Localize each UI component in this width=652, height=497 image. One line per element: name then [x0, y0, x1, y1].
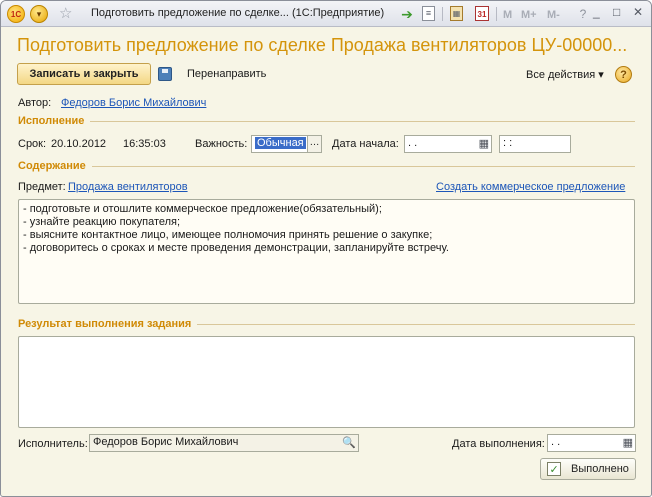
author-link[interactable]: Федоров Борис Михайлович [61, 97, 206, 109]
executor-value: Федоров Борис Михайлович [93, 436, 239, 448]
executor-label: Исполнитель: [18, 438, 88, 450]
close-button[interactable]: ✕ [633, 5, 643, 19]
create-offer-link[interactable]: Создать коммерческое предложение [436, 181, 625, 193]
deadline-time: 16:35:03 [123, 138, 166, 150]
done-date-field[interactable]: . . ▦ [547, 434, 636, 452]
form-title: Подготовить предложение по сделке Продаж… [17, 35, 628, 55]
importance-label: Важность: [195, 138, 248, 150]
calendar-icon[interactable]: ▦ [623, 436, 633, 449]
help-icon[interactable]: ? [575, 6, 591, 22]
favorite-star-icon[interactable]: ☆ [59, 4, 72, 22]
save-icon[interactable] [158, 67, 172, 81]
help-icon[interactable]: ? [615, 66, 632, 83]
subject-link[interactable]: Продажа вентиляторов [68, 181, 188, 193]
content-line: - договоритесь о сроках и месте проведен… [23, 242, 449, 254]
app-window: 1C ▾ ☆ Подготовить предложение по сделке… [0, 0, 652, 497]
content-header-text: Содержание [18, 160, 86, 172]
checkmark-icon: ✓ [547, 462, 562, 476]
result-section-header: Результат выполнения задания [18, 318, 635, 330]
deadline-date: 20.10.2012 [51, 138, 107, 150]
select-dots-button[interactable]: … [307, 136, 321, 152]
start-date-label: Дата начала: [332, 138, 399, 150]
memory-plus-button[interactable]: M+ [521, 7, 537, 23]
done-button[interactable]: ✓ Выполнено [540, 458, 636, 480]
content-line: - узнайте реакцию покупателя; [23, 216, 181, 228]
window-title: Подготовить предложение по сделке... (1С… [91, 7, 385, 19]
subject-label: Предмет: [18, 181, 66, 193]
content-line: - выясните контактное лицо, имеющее полн… [23, 229, 433, 241]
start-date-field[interactable]: . . ▦ [404, 135, 492, 153]
go-arrow-icon[interactable]: ➔ [399, 6, 415, 22]
done-date-value: . . [551, 436, 561, 448]
minimize-button[interactable]: _ [593, 5, 600, 19]
calculator-icon[interactable]: ▦ [450, 6, 463, 21]
title-bar: 1C ▾ ☆ Подготовить предложение по сделке… [1, 1, 651, 27]
executor-field[interactable]: Федоров Борис Михайлович 🔍 [89, 434, 359, 452]
result-header-text: Результат выполнения задания [18, 318, 192, 330]
document-icon[interactable]: ≡ [422, 6, 435, 21]
content-line: - подготовьте и отошлите коммерческое пр… [23, 203, 382, 215]
author-label: Автор: [18, 97, 52, 109]
memory-m-button[interactable]: M [503, 7, 512, 23]
execution-header-text: Исполнение [18, 115, 85, 127]
done-button-label: Выполнено [571, 463, 629, 475]
maximize-button[interactable]: □ [613, 5, 620, 19]
save-and-close-button[interactable]: Записать и закрыть [17, 63, 151, 85]
main-menu-icon[interactable]: ▾ [30, 5, 48, 23]
redirect-button[interactable]: Перенаправить [187, 68, 266, 80]
calendar-icon[interactable]: ▦ [479, 137, 489, 150]
toolbar-divider [496, 7, 497, 21]
start-time-field[interactable]: : : [499, 135, 571, 153]
calendar-icon[interactable]: 31 [475, 6, 489, 21]
done-date-label: Дата выполнения: [452, 438, 545, 450]
execution-section-header: Исполнение [18, 115, 635, 127]
importance-select[interactable]: Обычная … [251, 135, 322, 153]
all-actions-menu[interactable]: Все действия ▾ [526, 68, 604, 81]
memory-minus-button[interactable]: M- [547, 7, 560, 23]
importance-value: Обычная [255, 137, 306, 149]
app-logo-icon[interactable]: 1C [7, 5, 25, 23]
start-time-value: : : [503, 137, 513, 149]
deadline-label: Срок: [18, 138, 47, 150]
start-date-value: . . [408, 137, 418, 149]
result-text-area[interactable] [18, 336, 635, 428]
content-text-area[interactable]: - подготовьте и отошлите коммерческое пр… [18, 199, 635, 304]
toolbar-divider [442, 7, 443, 21]
search-icon[interactable]: 🔍 [342, 436, 356, 449]
content-section-header: Содержание [18, 160, 635, 172]
